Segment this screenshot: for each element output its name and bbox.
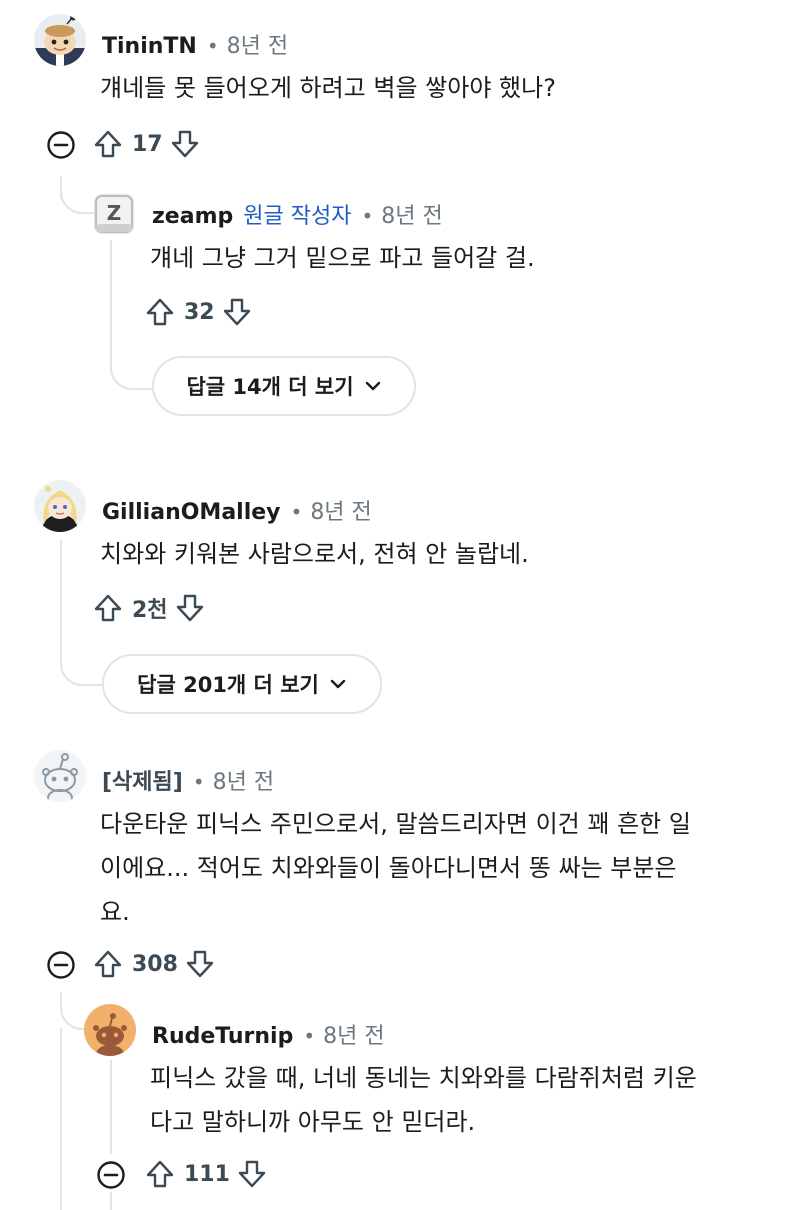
separator-dot: •	[303, 1024, 316, 1048]
downvote-arrow-icon[interactable]	[169, 128, 201, 160]
thread-line	[110, 1192, 112, 1210]
timestamp: 8년 전	[226, 34, 289, 59]
comment-text-line: 치와와 키워본 사람으로서, 전혀 안 놀랍네.	[100, 540, 529, 568]
vote-bar: 32	[144, 292, 253, 332]
upvote-arrow-icon[interactable]	[92, 948, 124, 980]
comment-body: 치와와 키워본 사람으로서, 전혀 안 놀랍네.	[100, 532, 529, 576]
author-name[interactable]: GillianOMalley	[102, 500, 281, 525]
deleted-user-snoo-icon	[42, 753, 78, 802]
upvote-arrow-icon[interactable]	[92, 128, 124, 160]
timestamp: 8년 전	[323, 1024, 385, 1049]
chevron-down-icon	[330, 679, 346, 689]
avatar[interactable]	[34, 750, 86, 802]
separator-dot: •	[206, 34, 219, 58]
author-name[interactable]: TininTN	[102, 34, 197, 59]
collapse-thread-icon[interactable]	[96, 1160, 126, 1190]
comment-body: 걔네들 못 들어오게 하려고 벽을 쌓아야 했나?	[100, 66, 556, 110]
upvote-arrow-icon[interactable]	[144, 296, 176, 328]
avatar[interactable]	[34, 480, 86, 532]
collapse-thread-icon[interactable]	[46, 950, 76, 980]
avatar[interactable]: Z	[94, 194, 134, 234]
thread-line	[110, 1060, 112, 1154]
comment-text-line: 피닉스 갔을 때, 너네 동네는 치와와를 다람쥐처럼 키운	[150, 1064, 697, 1092]
thread-connector	[110, 330, 154, 390]
comment-author-line: RudeTurnip • 8년 전	[152, 1018, 385, 1050]
thread-line	[60, 1028, 62, 1210]
comment-text-line: 다운타운 피닉스 주민으로서, 말씀드리자면 이건 꽤 흔한 일	[100, 810, 691, 838]
comment-text-line: 이에요... 적어도 치와와들이 돌아다니면서 똥 싸는 부분은	[100, 854, 677, 882]
comment-author-line: [삭제됨] • 8년 전	[102, 764, 274, 796]
comment-author-line: zeamp 원글 작성자 • 8년 전	[152, 198, 443, 230]
vote-bar: 17	[92, 124, 201, 164]
comment-text-line: 요.	[100, 898, 130, 926]
avatar[interactable]	[84, 1004, 136, 1056]
thread-connector	[60, 630, 104, 686]
more-replies-button[interactable]: 답글 14개 더 보기	[152, 356, 416, 416]
more-replies-button[interactable]: 답글 201개 더 보기	[102, 654, 382, 714]
timestamp: 8년 전	[310, 500, 372, 525]
comment-body: 다운타운 피닉스 주민으로서, 말씀드리자면 이건 꽤 흔한 일 이에요... …	[100, 802, 691, 934]
author-name[interactable]: zeamp	[152, 204, 233, 229]
vote-count: 2천	[132, 598, 168, 623]
separator-dot: •	[290, 500, 303, 524]
vote-bar: 308	[92, 944, 216, 984]
op-badge: 원글 작성자	[243, 204, 352, 229]
downvote-arrow-icon[interactable]	[174, 592, 206, 624]
separator-dot: •	[192, 770, 205, 794]
vote-bar: 111	[144, 1154, 268, 1194]
timestamp: 8년 전	[381, 204, 443, 229]
comment-body: 걔네 그냥 그거 밑으로 파고 들어갈 걸.	[150, 236, 535, 280]
vote-count: 308	[132, 951, 178, 977]
author-name: [삭제됨]	[102, 770, 183, 795]
comment-body: 피닉스 갔을 때, 너네 동네는 치와와를 다람쥐처럼 키운 다고 말하니까 아…	[150, 1056, 697, 1144]
svg-text:Z: Z	[107, 201, 122, 225]
thread-connector	[60, 176, 94, 214]
vote-count: 32	[184, 299, 215, 325]
letter-z-key-icon: Z	[95, 195, 133, 233]
collapse-thread-icon[interactable]	[46, 130, 76, 160]
downvote-arrow-icon[interactable]	[184, 948, 216, 980]
comment-text-line: 다고 말하니까 아무도 안 믿더라.	[150, 1108, 476, 1136]
more-replies-label: 답글 14개 더 보기	[186, 375, 354, 399]
vote-count: 111	[184, 1161, 230, 1187]
upvote-arrow-icon[interactable]	[144, 1158, 176, 1190]
author-name[interactable]: RudeTurnip	[152, 1024, 293, 1049]
comment-author-line: TininTN • 8년 전	[102, 28, 288, 60]
more-replies-label: 답글 201개 더 보기	[137, 673, 319, 697]
snoo-avatar-icon	[42, 486, 78, 532]
vote-bar: 2천	[92, 588, 206, 628]
downvote-arrow-icon[interactable]	[221, 296, 253, 328]
separator-dot: •	[361, 204, 374, 228]
comment-text-line: 걔네 그냥 그거 밑으로 파고 들어갈 걸.	[150, 244, 535, 272]
downvote-arrow-icon[interactable]	[236, 1158, 268, 1190]
snoo-avatar-icon	[34, 14, 86, 66]
vote-count: 17	[132, 131, 163, 157]
upvote-arrow-icon[interactable]	[92, 592, 124, 624]
comment-author-line: GillianOMalley • 8년 전	[102, 494, 372, 526]
comment-text-line: 걔네들 못 들어오게 하려고 벽을 쌓아야 했나?	[100, 74, 556, 102]
chevron-down-icon	[365, 381, 380, 391]
snoo-avatar-icon	[93, 1013, 127, 1056]
avatar[interactable]	[34, 14, 86, 66]
timestamp: 8년 전	[212, 770, 275, 795]
